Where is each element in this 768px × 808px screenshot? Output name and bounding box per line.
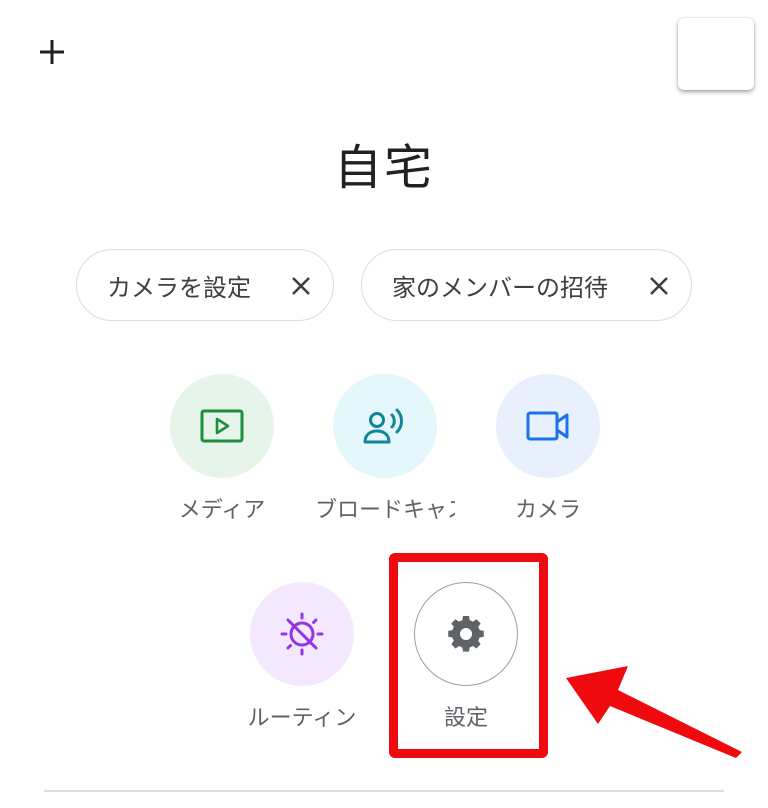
- add-button[interactable]: [30, 30, 74, 74]
- tile-camera[interactable]: カメラ: [478, 374, 618, 524]
- chip-label: カメラを設定: [107, 273, 251, 302]
- divider: [44, 790, 724, 792]
- play-icon: [200, 409, 244, 443]
- setup-camera-chip[interactable]: カメラを設定: [76, 249, 334, 321]
- chip-label: 家のメンバーの招待: [392, 273, 608, 302]
- tile-broadcast[interactable]: ブロードキャスト: [315, 374, 455, 524]
- tile-label: ブロードキャスト: [315, 498, 455, 523]
- routine-sun-icon: [280, 612, 324, 656]
- routine-tile-circle: [250, 582, 354, 686]
- tile-routine[interactable]: ルーティン: [232, 582, 372, 732]
- media-tile-circle: [170, 374, 274, 478]
- broadcast-icon: [363, 408, 403, 444]
- tile-label: メディア: [178, 498, 266, 523]
- close-icon[interactable]: [287, 272, 315, 300]
- highlight-box: [389, 553, 548, 758]
- home-title: 自宅: [333, 140, 434, 196]
- red-arrow: [566, 666, 742, 758]
- video-camera-icon: [526, 411, 569, 441]
- account-avatar[interactable]: [678, 18, 754, 90]
- camera-tile-circle: [496, 374, 600, 478]
- tile-label: ルーティン: [247, 706, 357, 731]
- tile-media[interactable]: メディア: [152, 374, 292, 524]
- tile-label: カメラ: [514, 498, 581, 523]
- close-icon[interactable]: [645, 272, 673, 300]
- broadcast-tile-circle: [333, 374, 437, 478]
- invite-member-chip[interactable]: 家のメンバーの招待: [361, 249, 692, 321]
- plus-icon: [40, 40, 64, 64]
